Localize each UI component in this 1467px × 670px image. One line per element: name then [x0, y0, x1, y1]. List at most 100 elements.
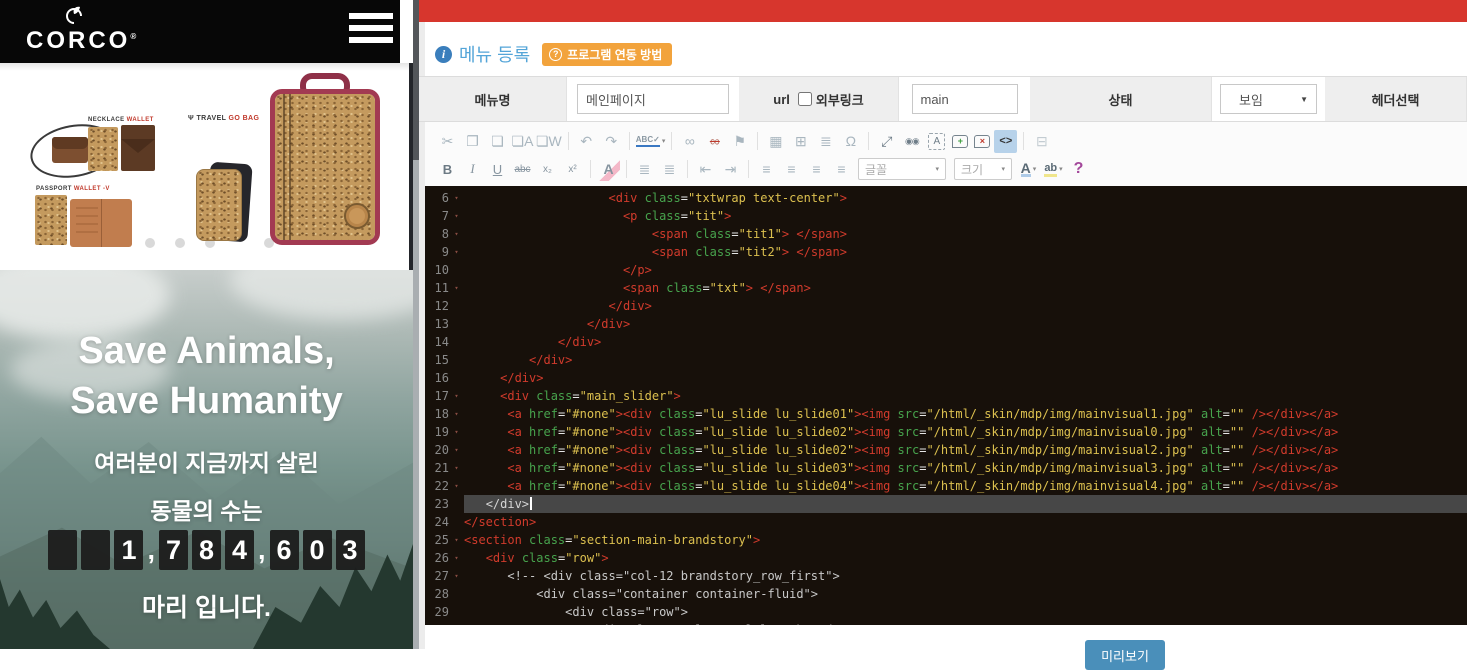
- preview-save-button[interactable]: 미리보기: [1085, 640, 1165, 670]
- code-line[interactable]: 21▾ <a href="#none"><div class="lu_slide…: [425, 459, 1467, 477]
- text-color-icon[interactable]: A▾: [1017, 158, 1040, 181]
- fold-spacer: [449, 297, 464, 315]
- fold-arrow-icon[interactable]: ▾: [449, 549, 464, 567]
- cut-icon[interactable]: ✂: [436, 130, 459, 153]
- fold-arrow-icon[interactable]: ▾: [449, 405, 464, 423]
- code-line[interactable]: 17▾ <div class="main_slider">: [425, 387, 1467, 405]
- select-all-icon[interactable]: A: [928, 133, 945, 150]
- slider-dot[interactable]: [175, 238, 185, 248]
- fold-arrow-icon[interactable]: ▾: [449, 459, 464, 477]
- table-icon[interactable]: ⊞: [789, 130, 812, 153]
- code-line[interactable]: 28 <div class="container container-fluid…: [425, 585, 1467, 603]
- external-link-checkbox[interactable]: [798, 92, 812, 106]
- code-line[interactable]: 9▾ <span class="tit2"> </span>: [425, 243, 1467, 261]
- source-button[interactable]: <>: [994, 130, 1017, 153]
- anchor-flag-icon[interactable]: ⚑: [728, 130, 751, 153]
- hamburger-menu-icon[interactable]: [349, 13, 393, 49]
- align-right-icon[interactable]: ≡: [805, 158, 828, 181]
- align-left-icon[interactable]: ≡: [755, 158, 778, 181]
- link-icon[interactable]: ∞: [678, 130, 701, 153]
- highlight-color-icon[interactable]: ab▾: [1042, 158, 1065, 181]
- info-icon: i: [435, 46, 452, 63]
- maximize-icon[interactable]: ⤢: [875, 130, 898, 153]
- spellcheck-icon[interactable]: ABC✓▾: [636, 130, 666, 153]
- code-line[interactable]: 6▾ <div class="txtwrap text-center">: [425, 189, 1467, 207]
- strikethrough-icon[interactable]: abc: [511, 158, 534, 181]
- fold-arrow-icon[interactable]: ▾: [449, 387, 464, 405]
- code-line[interactable]: 18▾ <a href="#none"><div class="lu_slide…: [425, 405, 1467, 423]
- copy-icon[interactable]: ❐: [461, 130, 484, 153]
- code-line[interactable]: 12 </div>: [425, 297, 1467, 315]
- subscript-icon[interactable]: x₂: [536, 158, 559, 181]
- code-line[interactable]: 11▾ <span class="txt"> </span>: [425, 279, 1467, 297]
- paste-text-icon[interactable]: ❏A: [511, 130, 534, 153]
- site-logo[interactable]: CORCO®: [26, 5, 122, 53]
- align-justify-icon[interactable]: ≡: [830, 158, 853, 181]
- superscript-icon[interactable]: x²: [561, 158, 584, 181]
- indent-icon[interactable]: ⇥: [719, 158, 742, 181]
- special-char-icon[interactable]: Ω: [839, 130, 862, 153]
- fold-spacer: [449, 369, 464, 387]
- code-line[interactable]: 22▾ <a href="#none"><div class="lu_slide…: [425, 477, 1467, 495]
- fold-arrow-icon[interactable]: ▾: [449, 207, 464, 225]
- fold-arrow-icon[interactable]: ▾: [449, 225, 464, 243]
- code-line[interactable]: 10 </p>: [425, 261, 1467, 279]
- source-code-area[interactable]: 6▾ <div class="txtwrap text-center">7▾ <…: [425, 186, 1467, 625]
- print-icon[interactable]: ⊟: [1030, 130, 1053, 153]
- fold-arrow-icon[interactable]: ▾: [449, 423, 464, 441]
- image-icon[interactable]: ▦: [764, 130, 787, 153]
- undo-icon[interactable]: ↶: [575, 130, 598, 153]
- fold-arrow-icon[interactable]: ▾: [449, 441, 464, 459]
- program-link-help-button[interactable]: ? 프로그램 연동 방법: [542, 43, 672, 66]
- paste-word-icon[interactable]: ❏W: [536, 130, 562, 153]
- fold-arrow-icon[interactable]: ▾: [449, 477, 464, 495]
- code-line[interactable]: 27▾ <!-- <div class="col-12 brandstory_r…: [425, 567, 1467, 585]
- product-slider[interactable]: NECKLACE WALLET PASSPORT WALLET -V Ψ TRA…: [0, 63, 413, 270]
- remove-format-icon[interactable]: A: [597, 158, 620, 181]
- code-line[interactable]: 25▾<section class="section-main-brandsto…: [425, 531, 1467, 549]
- line-number: 9: [425, 243, 449, 261]
- fold-arrow-icon[interactable]: ▾: [449, 189, 464, 207]
- registered-mark: ®: [130, 32, 136, 41]
- code-line[interactable]: 15 </div>: [425, 351, 1467, 369]
- bulleted-list-icon[interactable]: ≣: [658, 158, 681, 181]
- slider-dot[interactable]: [145, 238, 155, 248]
- line-number: 17: [425, 387, 449, 405]
- code-line[interactable]: 19▾ <a href="#none"><div class="lu_slide…: [425, 423, 1467, 441]
- code-line[interactable]: 29 <div class="row">: [425, 603, 1467, 621]
- status-select[interactable]: 보임 ▼: [1220, 84, 1317, 114]
- underline-icon[interactable]: U: [486, 158, 509, 181]
- about-help-icon[interactable]: ?: [1067, 158, 1090, 181]
- code-line[interactable]: 7▾ <p class="tit">: [425, 207, 1467, 225]
- redo-icon[interactable]: ↷: [600, 130, 623, 153]
- align-center-icon[interactable]: ≡: [780, 158, 803, 181]
- code-line[interactable]: 8▾ <span class="tit1"> </span>: [425, 225, 1467, 243]
- animal-counter: 1,784,603: [0, 530, 413, 570]
- bold-icon[interactable]: B: [436, 158, 459, 181]
- outdent-icon[interactable]: ⇤: [694, 158, 717, 181]
- code-line[interactable]: 16 </div>: [425, 369, 1467, 387]
- fold-arrow-icon[interactable]: ▾: [449, 531, 464, 549]
- paste-icon[interactable]: ❏: [486, 130, 509, 153]
- remove-tag-bubble-icon[interactable]: ×: [974, 135, 990, 148]
- code-line[interactable]: 13 </div>: [425, 315, 1467, 333]
- code-line[interactable]: 24</section>: [425, 513, 1467, 531]
- numbered-list-icon[interactable]: ≣: [633, 158, 656, 181]
- fold-arrow-icon[interactable]: ▾: [449, 279, 464, 297]
- code-line[interactable]: 23 </div>: [425, 495, 1467, 513]
- font-family-dropdown[interactable]: 글꼴▾: [858, 158, 946, 180]
- horizontal-rule-icon[interactable]: ≣: [814, 130, 837, 153]
- unlink-icon[interactable]: ∞: [703, 130, 726, 153]
- url-input[interactable]: [912, 84, 1018, 114]
- code-line[interactable]: 30 <div class="col-12 col-lg-5 brandstor…: [425, 621, 1467, 625]
- code-line[interactable]: 20▾ <a href="#none"><div class="lu_slide…: [425, 441, 1467, 459]
- find-icon[interactable]: ◉◉: [900, 130, 923, 153]
- fold-arrow-icon[interactable]: ▾: [449, 567, 464, 585]
- menu-name-input[interactable]: [577, 84, 729, 114]
- code-line[interactable]: 14 </div>: [425, 333, 1467, 351]
- fold-arrow-icon[interactable]: ▾: [449, 243, 464, 261]
- code-line[interactable]: 26▾ <div class="row">: [425, 549, 1467, 567]
- add-tag-bubble-icon[interactable]: +: [952, 135, 968, 148]
- italic-icon[interactable]: I: [461, 158, 484, 181]
- font-size-dropdown[interactable]: 크기▾: [954, 158, 1012, 180]
